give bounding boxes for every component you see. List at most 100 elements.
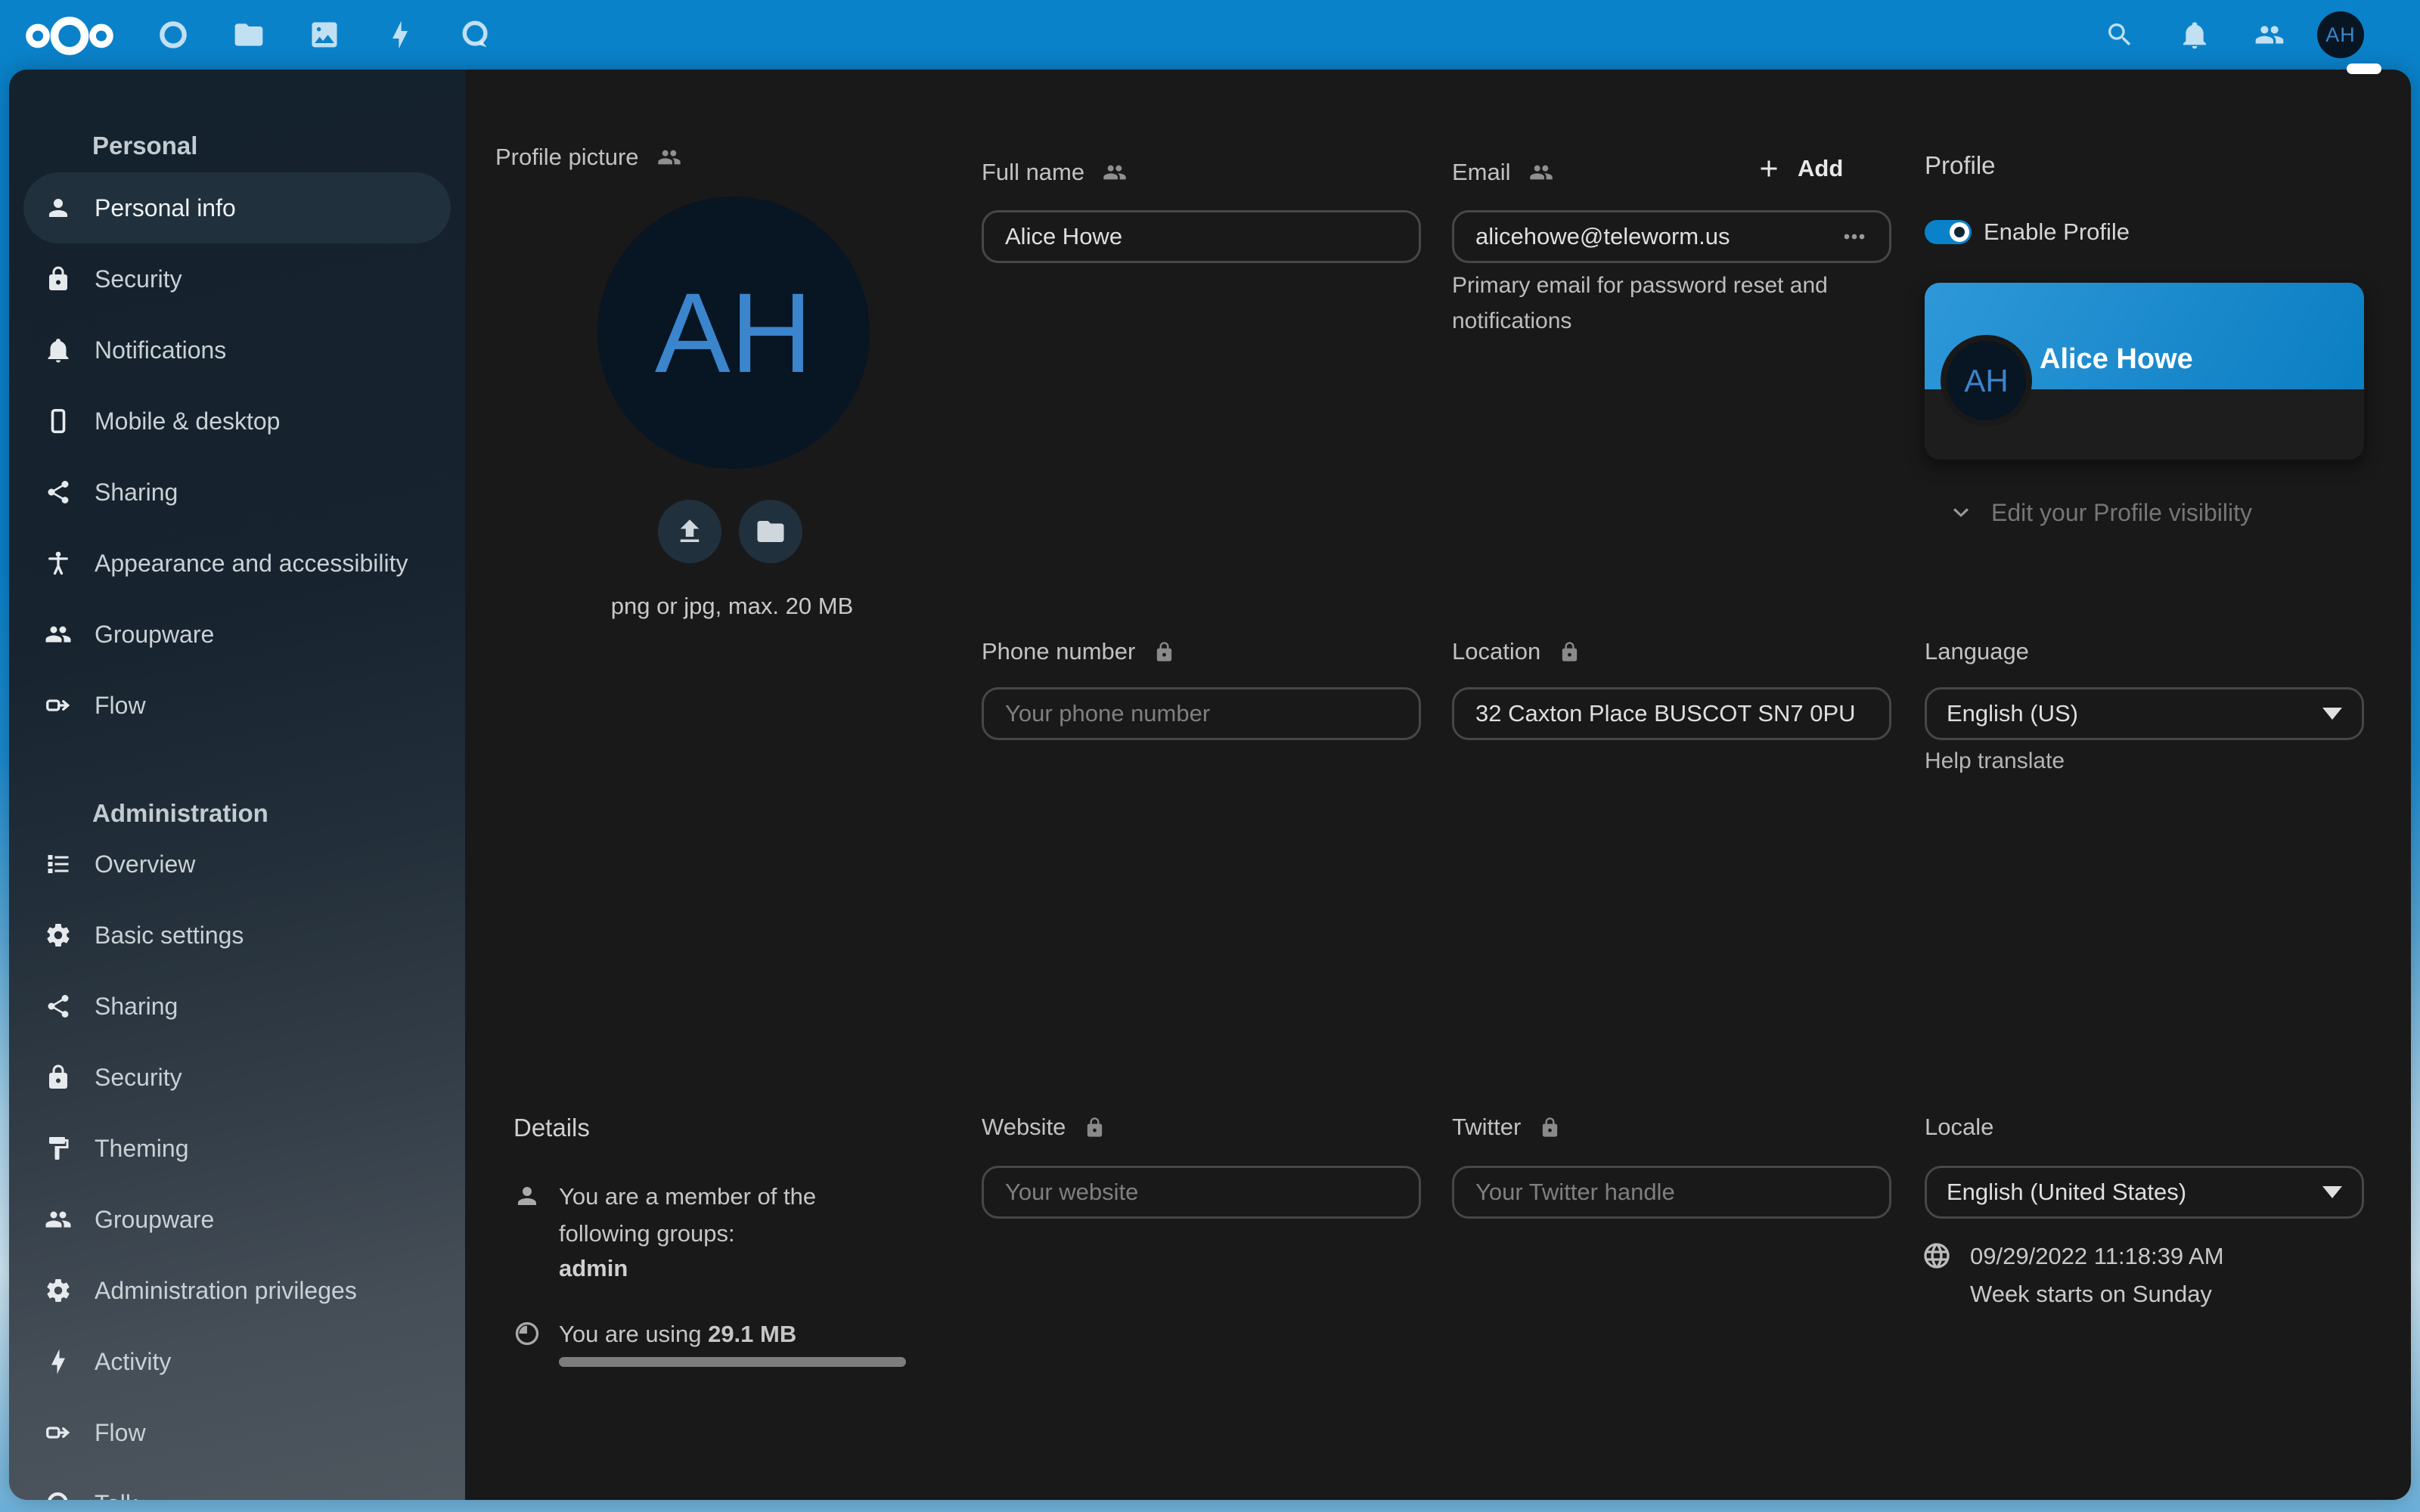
scope-lock-icon[interactable]: [1559, 641, 1581, 663]
profile-heading: Profile: [1925, 151, 1996, 180]
location-input[interactable]: [1474, 699, 1869, 728]
contacts-icon[interactable]: [2242, 8, 2297, 62]
upload-icon: [674, 516, 706, 547]
sidebar-item-security[interactable]: Security: [23, 243, 451, 314]
notifications-bell-icon[interactable]: [2167, 8, 2222, 62]
talk-bubble-icon: [45, 1490, 72, 1500]
sidebar-item-theming[interactable]: Theming: [23, 1113, 451, 1184]
sidebar-item-label: Appearance and accessibility: [95, 550, 408, 578]
sidebar-item-label: Security: [95, 1064, 182, 1092]
photos-icon[interactable]: [297, 8, 352, 62]
sidebar-item-basic-settings[interactable]: Basic settings: [23, 900, 451, 971]
cog-icon: [45, 922, 72, 949]
bell-icon: [45, 336, 72, 364]
choose-from-files-button[interactable]: [739, 500, 802, 563]
language-select[interactable]: English (US): [1925, 687, 2364, 740]
dropdown-caret-icon: [2322, 1186, 2342, 1198]
sidebar-item-admin-sharing[interactable]: Sharing: [23, 971, 451, 1042]
flow-icon: [45, 1419, 72, 1446]
help-translate-link[interactable]: Help translate: [1925, 748, 2065, 774]
scope-contacts-icon[interactable]: [1529, 160, 1553, 184]
full-name-input[interactable]: [1004, 222, 1399, 251]
website-label-row: Website: [982, 1112, 1106, 1142]
website-input[interactable]: [1004, 1178, 1399, 1207]
email-label-row: Email: [1452, 157, 1553, 187]
search-icon[interactable]: [2093, 8, 2147, 62]
sidebar-item-label: Sharing: [95, 993, 178, 1021]
scope-lock-icon[interactable]: [1084, 1117, 1106, 1139]
sidebar-item-label: Groupware: [95, 1206, 214, 1234]
sidebar-item-admin-activity[interactable]: Activity: [23, 1326, 451, 1397]
quota-icon: [513, 1320, 541, 1347]
enable-profile-toggle[interactable]: [1925, 220, 1972, 244]
edit-profile-visibility-button[interactable]: Edit your Profile visibility: [1946, 497, 2252, 528]
personal-info-panel: Profile picture AH png or jpg, max. 20 M…: [465, 70, 2411, 1500]
email-input[interactable]: [1474, 222, 1839, 251]
full-name-label: Full name: [982, 159, 1084, 186]
list-icon: [45, 850, 72, 878]
locale-select[interactable]: English (United States): [1925, 1166, 2364, 1219]
talk-bubble-icon[interactable]: [448, 8, 503, 62]
scope-contacts-icon[interactable]: [1103, 160, 1127, 184]
settings-sidebar: Personal Personal info Security Notifica…: [9, 70, 465, 1500]
sidebar-item-appearance-accessibility[interactable]: Appearance and accessibility: [23, 528, 451, 599]
sidebar-item-label: Basic settings: [95, 922, 244, 950]
sidebar-item-administration-privileges[interactable]: Administration privileges: [23, 1255, 451, 1326]
sidebar-item-notifications[interactable]: Notifications: [23, 314, 451, 386]
sidebar-item-sharing[interactable]: Sharing: [23, 457, 451, 528]
details-heading: Details: [513, 1114, 590, 1142]
phone-label: Phone number: [982, 638, 1135, 665]
locale-label: Locale: [1925, 1114, 1993, 1141]
sidebar-item-overview[interactable]: Overview: [23, 829, 451, 900]
profile-picture-label-row: Profile picture: [495, 142, 681, 172]
locale-value: English (United States): [1947, 1179, 2322, 1206]
twitter-input[interactable]: [1474, 1178, 1869, 1207]
add-email-button[interactable]: Add: [1751, 154, 1848, 183]
full-name-field: [982, 210, 1421, 263]
upload-avatar-button[interactable]: [658, 500, 721, 563]
enable-profile-row: Enable Profile: [1925, 218, 2130, 246]
sidebar-item-admin-groupware[interactable]: Groupware: [23, 1184, 451, 1255]
twitter-field: [1452, 1166, 1891, 1219]
sidebar-item-flow[interactable]: Flow: [23, 670, 451, 741]
scope-contacts-icon[interactable]: [657, 145, 681, 169]
phone-input[interactable]: [1004, 699, 1399, 728]
scope-lock-icon[interactable]: [1153, 641, 1175, 663]
activity-lightning-icon[interactable]: [373, 8, 427, 62]
sidebar-item-admin-security[interactable]: Security: [23, 1042, 451, 1113]
files-folder-icon[interactable]: [222, 8, 276, 62]
website-label: Website: [982, 1114, 1066, 1141]
language-label-row: Language: [1925, 637, 2029, 667]
sidebar-item-groupware[interactable]: Groupware: [23, 599, 451, 670]
twitter-label: Twitter: [1452, 1114, 1521, 1141]
sidebar-item-label: Activity: [95, 1348, 171, 1376]
sidebar-item-admin-flow[interactable]: Flow: [23, 1397, 451, 1468]
dashboard-icon[interactable]: [146, 8, 200, 62]
flow-icon: [45, 692, 72, 719]
sidebar-item-label: Mobile & desktop: [95, 407, 280, 435]
sidebar-item-label: Security: [95, 265, 182, 293]
location-label: Location: [1452, 638, 1540, 665]
sidebar-heading-administration: Administration: [92, 797, 268, 830]
sidebar-item-personal-info[interactable]: Personal info: [23, 172, 451, 243]
week-start-text: Week starts on Sunday: [1970, 1281, 2212, 1308]
cellphone-icon: [45, 407, 72, 435]
folder-icon: [755, 516, 786, 547]
profile-card-header: Alice Howe AH: [1925, 283, 2364, 389]
groups-info-row: You are a member of the following groups…: [513, 1178, 846, 1252]
sidebar-item-mobile-desktop[interactable]: Mobile & desktop: [23, 386, 451, 457]
nextcloud-logo-icon[interactable]: [23, 13, 116, 57]
avatar-hint: png or jpg, max. 20 MB: [581, 593, 883, 620]
quota-info-row: You are using 29.1 MB: [513, 1315, 796, 1352]
account-icon: [45, 194, 72, 222]
phone-label-row: Phone number: [982, 637, 1175, 667]
app-menu: [146, 8, 503, 62]
top-bar: AH: [0, 0, 2420, 70]
website-field: [982, 1166, 1421, 1219]
user-avatar[interactable]: AH: [2317, 11, 2364, 58]
profile-avatar: AH: [597, 197, 870, 469]
location-label-row: Location: [1452, 637, 1581, 667]
scope-lock-icon[interactable]: [1539, 1117, 1561, 1139]
email-more-options-icon[interactable]: [1839, 222, 1869, 252]
sidebar-item-talk[interactable]: Talk: [23, 1468, 451, 1500]
